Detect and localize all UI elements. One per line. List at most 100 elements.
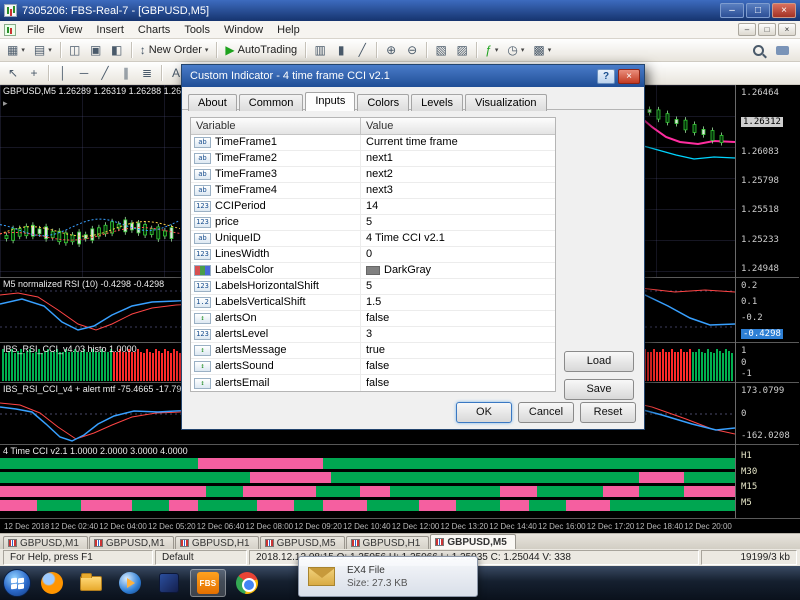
tab-common[interactable]: Common — [239, 94, 304, 111]
menu-view[interactable]: View — [52, 22, 90, 38]
chart-tab[interactable]: GBPUSD,M5 — [430, 534, 515, 549]
variable-value-cell[interactable]: next3 — [361, 183, 555, 198]
new-order-button[interactable]: ↕New Order▾ — [136, 41, 213, 60]
dialog-help-button[interactable]: ? — [597, 69, 615, 84]
tab-about[interactable]: About — [188, 94, 237, 111]
reset-button[interactable]: Reset — [580, 402, 636, 423]
chart-tab[interactable]: GBPUSD,M1 — [89, 536, 174, 549]
search-button[interactable] — [748, 41, 768, 60]
variable-value-cell[interactable]: next2 — [361, 167, 555, 182]
save-button[interactable]: Save — [564, 379, 634, 400]
chat-button[interactable] — [772, 41, 793, 60]
input-row-timeframe2[interactable]: abTimeFrame2next1 — [191, 151, 555, 167]
vertical-line-button[interactable]: │ — [53, 64, 73, 83]
variable-value-cell[interactable]: 0 — [361, 247, 555, 262]
new-chart-button[interactable]: ▦▾ — [3, 41, 29, 60]
chart-candles-button[interactable]: ▮ — [331, 41, 351, 60]
price-scale[interactable]: 1.264641.263121.260831.257981.255181.252… — [736, 85, 799, 518]
input-row-labelscolor[interactable]: LabelsColorDarkGray — [191, 263, 555, 279]
variable-value-cell[interactable]: 5 — [361, 215, 555, 230]
input-row-alertsmessage[interactable]: ↕alertsMessagetrue — [191, 343, 555, 359]
variable-value-cell[interactable]: Current time frame — [361, 135, 555, 150]
mtf-cci-pane[interactable]: 4 Time CCI v2.1 1.0000 2.0000 3.0000 4.0… — [0, 445, 735, 514]
variable-value-cell[interactable]: 14 — [361, 199, 555, 214]
data-window-button[interactable]: ▣ — [86, 41, 106, 60]
zoom-in-button[interactable]: ⊕ — [381, 41, 401, 60]
input-row-alertslevel[interactable]: 123alertsLevel3 — [191, 327, 555, 343]
trendline-button[interactable]: ╱ — [95, 64, 115, 83]
menu-window[interactable]: Window — [217, 22, 270, 38]
child-close-button[interactable]: × — [778, 23, 796, 36]
crosshair-button[interactable]: + — [24, 64, 44, 83]
input-row-timeframe4[interactable]: abTimeFrame4next3 — [191, 183, 555, 199]
tab-inputs[interactable]: Inputs — [305, 92, 355, 111]
input-row-timeframe1[interactable]: abTimeFrame1Current time frame — [191, 135, 555, 151]
variable-value-cell[interactable]: false — [361, 359, 555, 374]
variable-value-cell[interactable]: true — [361, 343, 555, 358]
input-row-lineswidth[interactable]: 123LinesWidth0 — [191, 247, 555, 263]
input-row-timeframe3[interactable]: abTimeFrame3next2 — [191, 167, 555, 183]
equidistant-channel-button[interactable]: ∥ — [116, 64, 136, 83]
profiles-button[interactable]: ▤▾ — [30, 41, 56, 60]
tab-levels[interactable]: Levels — [411, 94, 463, 111]
dialog-close-button[interactable]: × — [618, 69, 640, 84]
child-minimize-button[interactable]: – — [738, 23, 756, 36]
fibonacci-button[interactable]: ≣ — [137, 64, 157, 83]
tab-visualization[interactable]: Visualization — [465, 94, 547, 111]
variable-value-cell[interactable]: next1 — [361, 151, 555, 166]
load-button[interactable]: Load — [564, 351, 634, 372]
templates-button[interactable]: ▩▾ — [529, 41, 555, 60]
start-button[interactable] — [3, 569, 31, 597]
taskbar-firefox[interactable] — [34, 569, 70, 597]
variable-value-cell[interactable]: 5 — [361, 279, 555, 294]
cascade-windows-button[interactable]: ▨ — [452, 41, 472, 60]
variable-value-cell[interactable]: DarkGray — [361, 263, 555, 278]
chart-line-button[interactable]: ╱ — [352, 41, 372, 60]
menu-file[interactable]: File — [20, 22, 52, 38]
menu-tools[interactable]: Tools — [177, 22, 217, 38]
one-click-trading-arrow[interactable]: ▸ — [3, 98, 8, 109]
input-row-alertson[interactable]: ↕alertsOnfalse — [191, 311, 555, 327]
variable-value-cell[interactable]: false — [361, 375, 555, 391]
input-row-uniqueid[interactable]: abUniqueID4 Time CCI v2.1 — [191, 231, 555, 247]
variable-value-cell[interactable]: 4 Time CCI v2.1 — [361, 231, 555, 246]
autotrading-button[interactable]: ▶AutoTrading — [221, 41, 301, 60]
taskbar-fbs-terminal[interactable]: FBS — [190, 569, 226, 597]
chart-tab[interactable]: GBPUSD,M5 — [260, 536, 345, 549]
chart-tab[interactable]: GBPUSD,M1 — [3, 536, 88, 549]
zoom-out-button[interactable]: ⊖ — [402, 41, 422, 60]
taskbar-explorer[interactable] — [73, 569, 109, 597]
taskbar-office-app[interactable] — [151, 569, 187, 597]
close-button[interactable]: × — [772, 3, 796, 18]
variable-value-cell[interactable]: false — [361, 311, 555, 326]
input-row-alertssound[interactable]: ↕alertsSoundfalse — [191, 359, 555, 375]
ok-button[interactable]: OK — [456, 402, 512, 423]
navigator-button[interactable]: ◧ — [107, 41, 127, 60]
indicators-button[interactable]: ƒ▾ — [481, 41, 502, 60]
chart-bars-button[interactable]: ▥ — [310, 41, 330, 60]
input-row-labelsverticalshift[interactable]: 1.2LabelsVerticalShift1.5 — [191, 295, 555, 311]
time-axis[interactable]: 12 Dec 201812 Dec 02:4012 Dec 04:0012 De… — [0, 518, 800, 533]
tab-colors[interactable]: Colors — [357, 94, 409, 111]
taskbar-media-player[interactable] — [112, 569, 148, 597]
menu-charts[interactable]: Charts — [131, 22, 177, 38]
child-restore-button[interactable]: □ — [758, 23, 776, 36]
input-row-cciperiod[interactable]: 123CCIPeriod14 — [191, 199, 555, 215]
market-watch-button[interactable]: ◫ — [65, 41, 85, 60]
chart-tab[interactable]: GBPUSD,H1 — [346, 536, 430, 549]
input-row-labelshorizontalshift[interactable]: 123LabelsHorizontalShift5 — [191, 279, 555, 295]
input-row-alertsemail[interactable]: ↕alertsEmailfalse — [191, 375, 555, 391]
horizontal-line-button[interactable]: ─ — [74, 64, 94, 83]
cursor-button[interactable]: ↖ — [3, 64, 23, 83]
input-row-price[interactable]: 123price5 — [191, 215, 555, 231]
minimize-button[interactable]: – — [720, 3, 744, 18]
taskbar-chrome[interactable] — [229, 569, 265, 597]
cancel-button[interactable]: Cancel — [518, 402, 574, 423]
tile-windows-button[interactable]: ▧ — [431, 41, 451, 60]
chart-tab[interactable]: GBPUSD,H1 — [175, 536, 259, 549]
restore-button[interactable]: □ — [746, 3, 770, 18]
variable-value-cell[interactable]: 3 — [361, 327, 555, 342]
menu-insert[interactable]: Insert — [89, 22, 131, 38]
variable-value-cell[interactable]: 1.5 — [361, 295, 555, 310]
periods-button[interactable]: ◷▾ — [503, 41, 528, 60]
